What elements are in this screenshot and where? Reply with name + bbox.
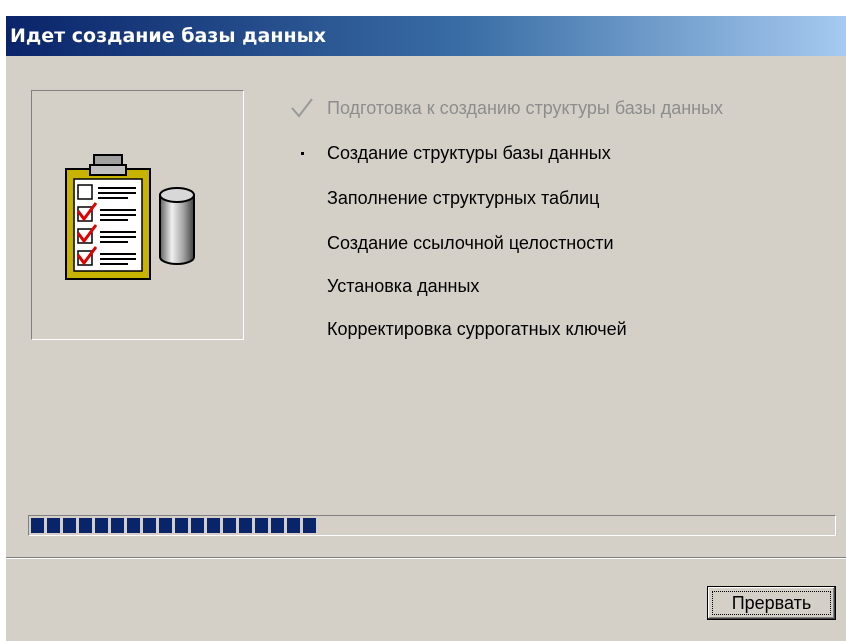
- progress-fill: [31, 518, 319, 533]
- window-title: Идет создание базы данных: [10, 25, 327, 47]
- illustration-graphic: [65, 154, 195, 280]
- bullet-icon: [301, 152, 304, 155]
- abort-button-label: Прервать: [731, 593, 812, 613]
- clipboard-checklist-icon: [65, 154, 151, 280]
- create-database-dialog: Идет создание базы данных Подготовка к с…: [6, 16, 846, 641]
- progress-bar: [28, 515, 836, 536]
- title-bar: Идет создание базы данных: [6, 16, 846, 56]
- step-label: Создание структуры базы данных: [327, 143, 611, 163]
- checkmark-icon: [291, 98, 313, 118]
- step-label: Корректировка суррогатных ключей: [327, 319, 627, 339]
- database-cylinder-icon: [159, 187, 195, 265]
- abort-button[interactable]: Прервать: [707, 586, 836, 620]
- step-label: Подготовка к созданию структуры базы дан…: [327, 98, 724, 118]
- illustration-panel: [31, 90, 244, 340]
- step-label: Установка данных: [327, 276, 480, 296]
- separator: [6, 557, 846, 559]
- step-label: Создание ссылочной целостности: [327, 233, 614, 253]
- step-label: Заполнение структурных таблиц: [327, 188, 600, 208]
